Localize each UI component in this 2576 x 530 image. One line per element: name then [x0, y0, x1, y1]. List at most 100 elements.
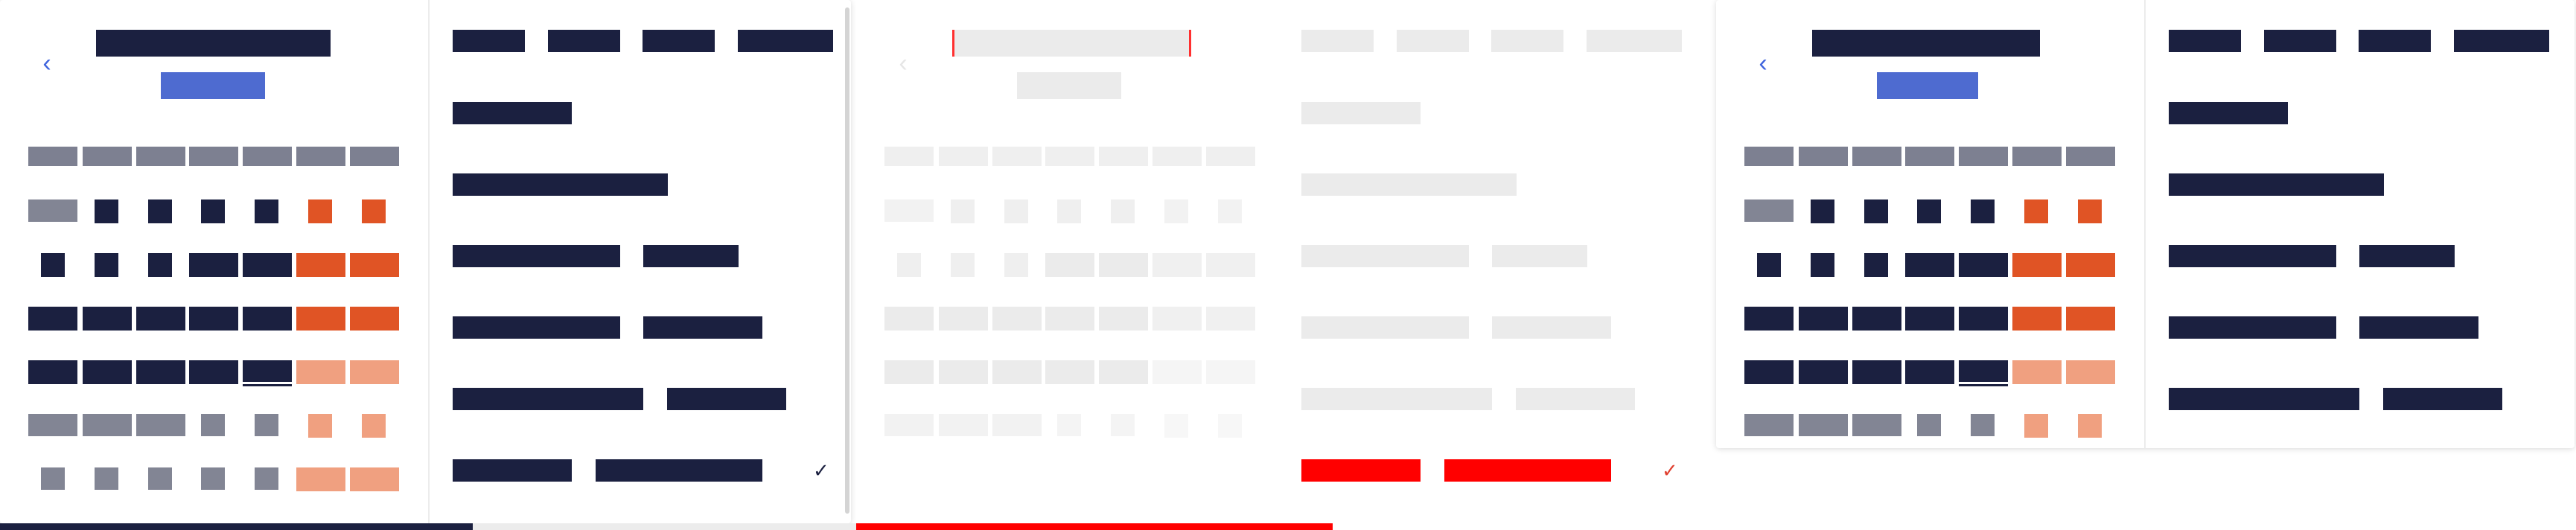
day-cell[interactable] — [1959, 307, 2008, 331]
year-label[interactable] — [161, 72, 265, 99]
option-item[interactable] — [2169, 102, 2288, 124]
day-cell[interactable] — [28, 199, 77, 222]
day-cell[interactable] — [148, 467, 172, 490]
day-cell[interactable] — [350, 307, 399, 331]
day-cell[interactable] — [1744, 360, 1794, 384]
day-cell-today[interactable] — [1959, 360, 2008, 384]
day-cell[interactable] — [243, 253, 292, 277]
day-cell[interactable] — [41, 467, 65, 490]
day-cell[interactable] — [1152, 307, 1202, 331]
option-chip[interactable] — [643, 30, 715, 52]
day-cell[interactable] — [1744, 199, 1794, 222]
day-cell[interactable] — [1218, 199, 1242, 223]
day-cell[interactable] — [1744, 307, 1794, 331]
option-chip[interactable] — [2454, 30, 2549, 52]
day-cell[interactable] — [350, 360, 399, 384]
day-cell[interactable] — [255, 414, 278, 436]
option-item[interactable] — [453, 388, 643, 410]
option-chip[interactable] — [738, 30, 833, 52]
day-cell[interactable] — [1057, 414, 1081, 436]
day-cell[interactable] — [1959, 253, 2008, 277]
chevron-left-icon[interactable]: ‹ — [892, 51, 914, 76]
day-cell[interactable] — [296, 307, 345, 331]
day-cell[interactable] — [1045, 253, 1094, 277]
day-cell[interactable] — [2078, 199, 2102, 223]
day-cell[interactable] — [136, 414, 185, 436]
day-cell[interactable] — [897, 253, 921, 277]
day-cell[interactable] — [1206, 253, 1255, 277]
day-cell[interactable] — [1111, 414, 1135, 436]
chevron-left-icon[interactable]: ‹ — [1752, 51, 1774, 76]
day-cell[interactable] — [350, 253, 399, 277]
option-chip[interactable] — [2264, 30, 2336, 52]
scrollbar[interactable] — [845, 7, 849, 514]
day-cell[interactable] — [1045, 360, 1094, 384]
day-cell[interactable] — [2078, 414, 2102, 438]
day-cell[interactable] — [992, 360, 1042, 384]
day-cell[interactable] — [884, 414, 934, 436]
day-cell[interactable] — [1045, 307, 1094, 331]
option-chip[interactable] — [1491, 30, 1563, 52]
day-cell[interactable] — [362, 199, 386, 223]
day-cell[interactable] — [2024, 414, 2048, 438]
option-item[interactable] — [2169, 316, 2336, 339]
day-cell[interactable] — [83, 307, 132, 331]
day-cell[interactable] — [95, 253, 118, 277]
day-cell[interactable] — [1111, 199, 1135, 223]
day-cell[interactable] — [1905, 253, 1954, 277]
day-cell[interactable] — [2012, 307, 2062, 331]
chevron-left-icon[interactable]: ‹ — [36, 51, 58, 76]
day-cell[interactable] — [189, 360, 238, 384]
day-cell[interactable] — [189, 253, 238, 277]
day-cell[interactable] — [1152, 253, 1202, 277]
year-label[interactable] — [1017, 72, 1121, 99]
day-cell[interactable] — [2012, 253, 2062, 277]
day-cell[interactable] — [95, 199, 118, 223]
day-cell[interactable] — [83, 360, 132, 384]
day-cell[interactable] — [296, 253, 345, 277]
day-cell[interactable] — [201, 199, 225, 223]
day-cell[interactable] — [992, 307, 1042, 331]
day-cell[interactable] — [1811, 199, 1834, 223]
day-cell[interactable] — [1905, 360, 1954, 384]
day-cell[interactable] — [1799, 414, 1848, 436]
option-chip[interactable] — [2169, 30, 2241, 52]
day-cell[interactable] — [1099, 307, 1148, 331]
day-cell[interactable] — [41, 253, 65, 277]
day-cell[interactable] — [1004, 199, 1028, 223]
day-cell[interactable] — [939, 414, 988, 436]
day-cell[interactable] — [255, 467, 278, 490]
day-cell[interactable] — [951, 199, 975, 223]
day-cell[interactable] — [1864, 199, 1888, 223]
day-cell[interactable] — [1099, 253, 1148, 277]
option-chip[interactable] — [548, 30, 620, 52]
day-cell[interactable] — [1971, 199, 1995, 223]
day-cell[interactable] — [2066, 253, 2115, 277]
day-cell[interactable] — [2024, 199, 2048, 223]
day-cell[interactable] — [884, 199, 934, 222]
day-cell[interactable] — [1004, 253, 1028, 277]
option-item[interactable] — [1301, 388, 1492, 410]
day-cell[interactable] — [255, 199, 278, 223]
option-chip[interactable] — [1397, 30, 1469, 52]
day-cell[interactable] — [308, 414, 332, 438]
day-cell[interactable] — [1852, 360, 1901, 384]
day-cell[interactable] — [1852, 414, 1901, 436]
day-cell[interactable] — [189, 307, 238, 331]
day-cell[interactable] — [2012, 360, 2062, 384]
day-cell[interactable] — [884, 360, 934, 384]
day-cell[interactable] — [1799, 360, 1848, 384]
option-item[interactable] — [1301, 245, 1469, 267]
day-cell[interactable] — [201, 467, 225, 490]
day-cell[interactable] — [1799, 307, 1848, 331]
day-cell[interactable] — [939, 360, 988, 384]
day-cell[interactable] — [1164, 199, 1188, 223]
option-item[interactable] — [2169, 173, 2384, 196]
day-cell[interactable] — [148, 199, 172, 223]
year-label[interactable] — [1877, 72, 1978, 99]
option-chip[interactable] — [2359, 30, 2431, 52]
day-cell[interactable] — [148, 253, 172, 277]
day-cell[interactable] — [136, 360, 185, 384]
day-cell[interactable] — [1917, 414, 1941, 436]
option-item[interactable] — [1301, 102, 1421, 124]
